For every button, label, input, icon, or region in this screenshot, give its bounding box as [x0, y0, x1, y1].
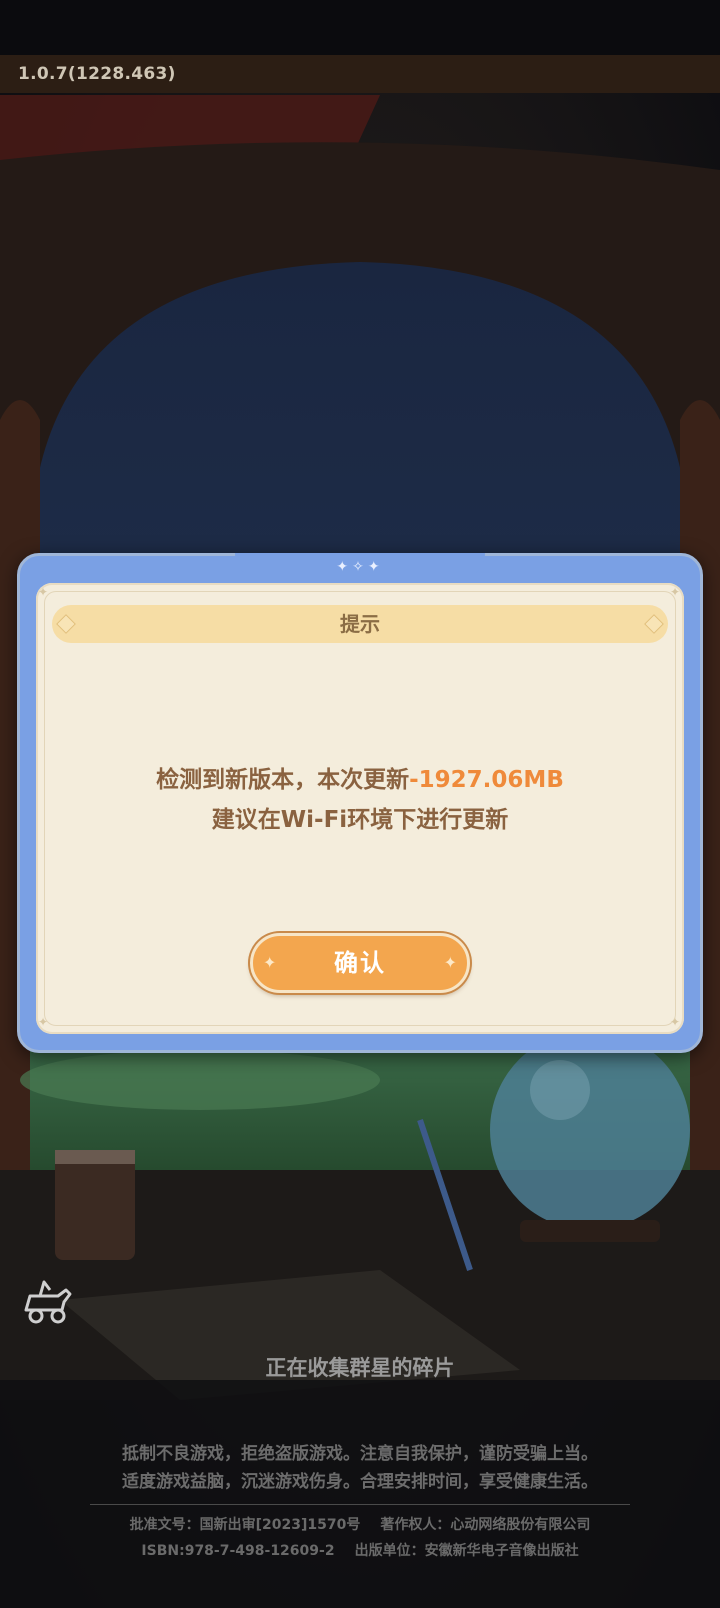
publisher: 出版单位：安徽新华电子音像出版社: [354, 1543, 579, 1559]
footer-divider: [90, 1504, 630, 1505]
confirm-button[interactable]: ✦ ✦ 确认: [250, 933, 470, 993]
message-line-2: 建议在Wi-Fi环境下进行更新: [211, 807, 509, 833]
sparkle-ornament-icon: ✦✧✦: [336, 559, 384, 575]
cart-icon[interactable]: [20, 1272, 78, 1330]
dialog-title: 提示: [340, 612, 380, 636]
corner-star-icon: ✦: [670, 585, 681, 599]
corner-star-icon: ✦: [670, 1015, 681, 1029]
loading-status-text: 正在收集群星的碎片: [265, 1356, 455, 1380]
confirm-button-label: 确认: [334, 949, 386, 977]
copyright-holder: 著作权人：心动网络股份有限公司: [380, 1517, 591, 1533]
update-size: -1927.06MB: [409, 767, 564, 793]
corner-star-icon: ✦: [38, 1015, 49, 1029]
isbn: ISBN:978-7-498-12609-2: [141, 1543, 335, 1559]
footer: 抵制不良游戏，拒绝盗版游戏。注意自我保护，谨防受骗上当。 适度游戏益脑，沉迷游戏…: [0, 1440, 720, 1565]
credits-line-1: 批准文号：国新出审[2023]1570号 著作权人：心动网络股份有限公司: [0, 1511, 720, 1539]
health-advisory-line-1: 抵制不良游戏，拒绝盗版游戏。注意自我保护，谨防受骗上当。: [122, 1444, 598, 1464]
approval-number: 批准文号：国新出审[2023]1570号: [129, 1517, 361, 1533]
update-message: 检测到新版本，本次更新-1927.06MB 建议在Wi-Fi环境下进行更新: [52, 760, 668, 840]
credits-line-2: ISBN:978-7-498-12609-2 出版单位：安徽新华电子音像出版社: [0, 1537, 720, 1565]
message-prefix: 检测到新版本，本次更新: [156, 767, 410, 793]
corner-star-icon: ✦: [38, 585, 49, 599]
message-line-1: 检测到新版本，本次更新-1927.06MB: [52, 760, 668, 800]
health-advisory-line-2: 适度游戏益脑，沉迷游戏伤身。合理安排时间，享受健康生活。: [122, 1472, 598, 1492]
